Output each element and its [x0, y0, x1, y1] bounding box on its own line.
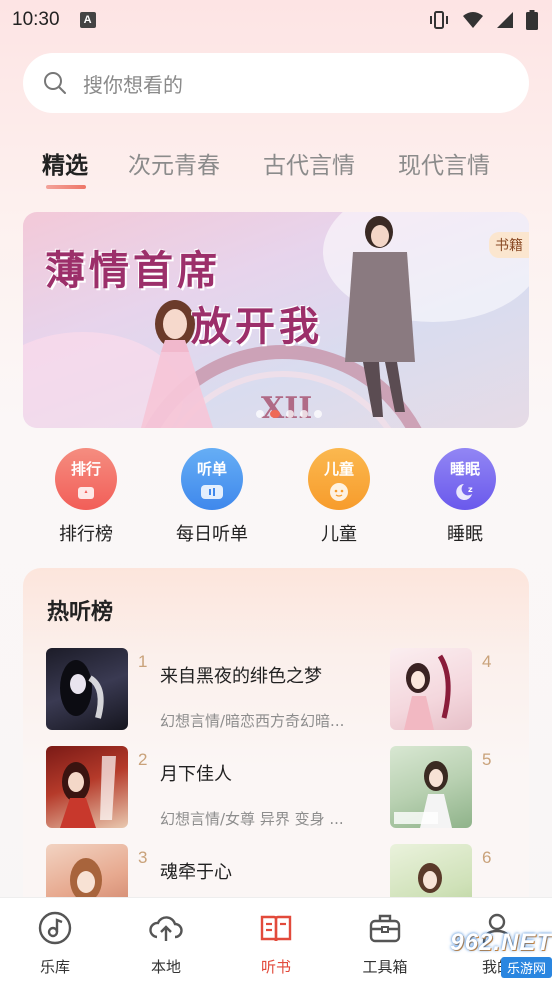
- category-tabs: 精选 次元青春 古代言情 现代言情: [0, 140, 552, 190]
- tab-indicator: [46, 185, 86, 189]
- tab-featured[interactable]: 精选: [42, 146, 88, 180]
- status-icons: [428, 10, 538, 30]
- nav-label: 本地: [150, 958, 181, 976]
- book-rank: 3: [138, 848, 148, 867]
- shortcut-daily-playlist[interactable]: 听单 每日听单: [152, 448, 272, 546]
- battery-icon: [526, 10, 538, 30]
- book-rank: 4: [482, 652, 492, 671]
- hot-list-title: 热听榜: [47, 600, 114, 625]
- status-time: 10:30: [12, 9, 60, 30]
- nav-label: 乐库: [39, 958, 70, 976]
- vibrate-icon: [430, 11, 448, 29]
- toolbox-icon: [369, 914, 401, 943]
- signal-icon: [497, 12, 513, 28]
- nav-local[interactable]: 本地: [131, 910, 201, 977]
- banner-title-line2: 放开我: [191, 303, 323, 350]
- book-cover: [390, 746, 472, 828]
- book-cover: [46, 746, 128, 828]
- book-item[interactable]: 5: [390, 746, 529, 828]
- shortcut-label: 睡眠: [447, 524, 483, 545]
- nav-music-library[interactable]: 乐库: [20, 910, 90, 977]
- banner-dot: [314, 410, 322, 418]
- shortcut-ranking[interactable]: 排行 排行榜: [26, 448, 146, 546]
- shortcut-label: 排行榜: [59, 524, 113, 545]
- shortcut-label: 每日听单: [176, 524, 248, 545]
- shortcut-label: 儿童: [321, 524, 357, 545]
- nav-toolbox[interactable]: 工具箱: [350, 910, 420, 977]
- tab-youth[interactable]: 次元青春: [128, 146, 220, 180]
- playlist-icon: 听单: [181, 448, 243, 510]
- banner-dot: [300, 410, 308, 418]
- book-icon: [260, 915, 292, 942]
- ranking-icon: 排行: [55, 448, 117, 510]
- banner-badge: 书籍: [489, 232, 529, 258]
- book-tags: 幻想言情/暗恋西方奇幻暗...: [160, 712, 345, 730]
- sleep-icon: 睡眠 z: [434, 448, 496, 510]
- watermark-logo: 962.NET 乐游网: [412, 928, 552, 978]
- nav-label: 听书: [260, 958, 291, 976]
- child-icon: 儿童: [308, 448, 370, 510]
- book-cover: [390, 648, 472, 730]
- book-rank: 6: [482, 848, 492, 867]
- nav-audiobook[interactable]: 听书: [241, 910, 311, 977]
- search-placeholder: 搜你想看的: [83, 72, 183, 97]
- shortcut-sleep[interactable]: 睡眠 z 睡眠: [405, 448, 525, 546]
- status-bar: 10:30 A: [0, 0, 552, 40]
- search-icon: [44, 72, 66, 94]
- category-shortcuts: 排行 排行榜 听单 每日听单 儿童 儿童 睡眠 z 睡眠: [0, 448, 552, 548]
- cloud-upload-icon: [149, 916, 183, 941]
- watermark-subtext: 乐游网: [500, 956, 552, 978]
- search-input[interactable]: 搜你想看的: [23, 53, 529, 113]
- svg-text:XII: XII: [261, 391, 312, 426]
- banner-dot: [286, 410, 294, 418]
- notification-icon: A: [79, 12, 96, 28]
- book-rank: 2: [138, 750, 148, 769]
- book-title: 魂牵于心: [160, 862, 232, 883]
- tab-ancient-romance[interactable]: 古代言情: [263, 146, 355, 180]
- book-title: 来自黑夜的绯色之梦: [160, 666, 322, 687]
- nav-label: 工具箱: [362, 958, 408, 976]
- banner-pagination: [256, 410, 322, 418]
- book-rank: 5: [482, 750, 492, 769]
- tab-modern-romance[interactable]: 现代言情: [398, 146, 490, 180]
- book-cover: [46, 648, 128, 730]
- banner-title-line1: 薄情首席: [45, 247, 221, 294]
- book-title: 月下佳人: [160, 764, 232, 785]
- banner-dot-active: [270, 410, 280, 418]
- hot-list-card: 热听榜 1 来自黑夜的绯色之梦 幻想言情/暗恋西方奇幻暗... 2 月下佳人 幻…: [23, 568, 529, 908]
- book-item[interactable]: 1 来自黑夜的绯色之梦 幻想言情/暗恋西方奇幻暗...: [46, 648, 396, 730]
- book-item[interactable]: 2 月下佳人 幻想言情/女尊 异界 变身 ...: [46, 746, 396, 828]
- music-library-icon: [38, 911, 72, 945]
- banner-carousel[interactable]: XII 薄情首席 放开我 书籍: [23, 212, 529, 428]
- shortcut-children[interactable]: 儿童 儿童: [279, 448, 399, 546]
- wifi-icon: [463, 12, 483, 28]
- book-item[interactable]: 4: [390, 648, 529, 730]
- banner-dot: [256, 410, 264, 418]
- svg-text:z: z: [468, 485, 473, 494]
- watermark-text: 962.NET: [450, 928, 552, 956]
- book-rank: 1: [138, 652, 148, 671]
- book-tags: 幻想言情/女尊 异界 变身 ...: [160, 810, 344, 828]
